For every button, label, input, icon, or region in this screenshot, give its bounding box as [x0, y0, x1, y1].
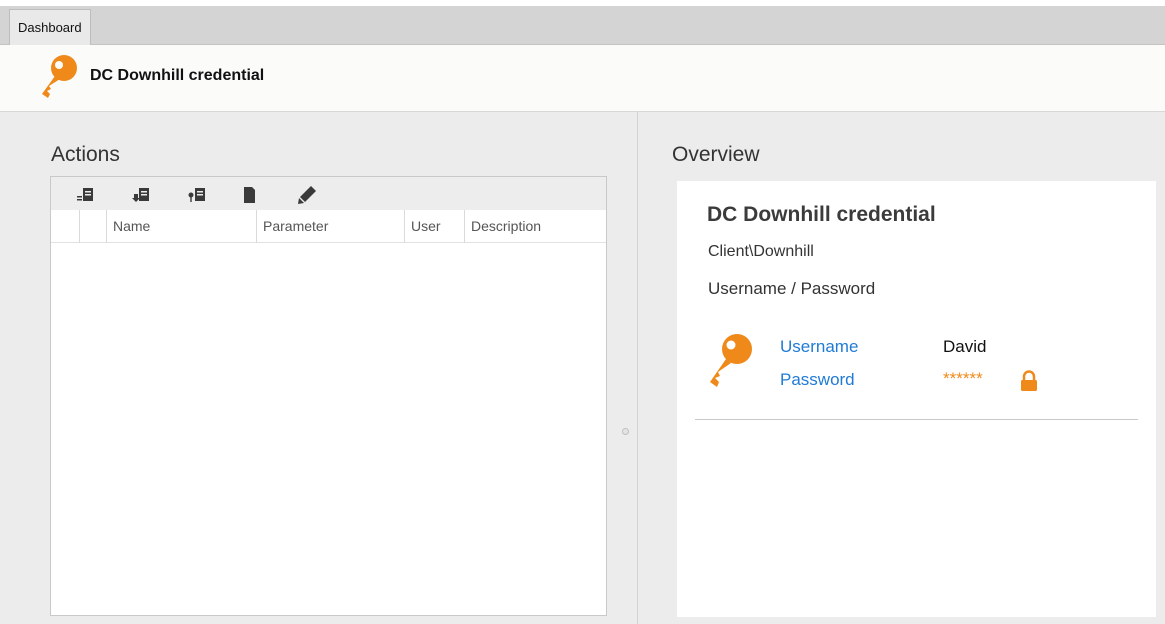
actions-title: Actions [51, 143, 120, 166]
column-icon-header[interactable] [79, 210, 106, 243]
add-action-icon [77, 188, 93, 201]
split-handle[interactable] [622, 428, 629, 435]
actions-table: Name Parameter User Description [50, 176, 607, 616]
entry-title: DC Downhill credential [90, 67, 265, 84]
credential-path: Client\Downhill [708, 243, 814, 260]
add-download-button[interactable] [129, 183, 153, 207]
actions-toolbar [51, 177, 606, 210]
password-label[interactable]: Password [780, 370, 855, 390]
add-action-button[interactable] [73, 183, 97, 207]
column-user[interactable]: User [404, 210, 464, 243]
column-name[interactable]: Name [106, 210, 256, 243]
username-label[interactable]: Username [780, 337, 858, 357]
tab-dashboard[interactable]: Dashboard [9, 9, 91, 45]
document-icon [244, 187, 255, 203]
column-description[interactable]: Description [464, 210, 605, 243]
entry-header: DC Downhill credential [0, 45, 1165, 112]
credential-key-icon [710, 334, 752, 387]
overview-divider [695, 419, 1138, 420]
overview-title: Overview [672, 143, 760, 166]
actions-column-header: Name Parameter User Description [51, 210, 606, 243]
add-pin-button[interactable] [185, 183, 209, 207]
password-value: ****** [943, 369, 983, 388]
edit-pencil-icon [298, 186, 316, 204]
lock-icon[interactable] [1020, 370, 1038, 392]
pane-divider [637, 112, 638, 624]
username-value: David [943, 337, 987, 356]
column-parameter[interactable]: Parameter [256, 210, 404, 243]
tab-strip: Dashboard [0, 0, 1165, 45]
add-pin-icon [188, 188, 205, 202]
edit-button[interactable] [295, 183, 319, 207]
credential-type: Username / Password [708, 279, 876, 298]
add-download-icon [132, 188, 149, 202]
key-icon [42, 55, 77, 98]
document-button[interactable] [237, 183, 261, 207]
credential-name: DC Downhill credential [707, 203, 936, 226]
overview-card: DC Downhill credential Client\Downhill U… [677, 181, 1156, 617]
